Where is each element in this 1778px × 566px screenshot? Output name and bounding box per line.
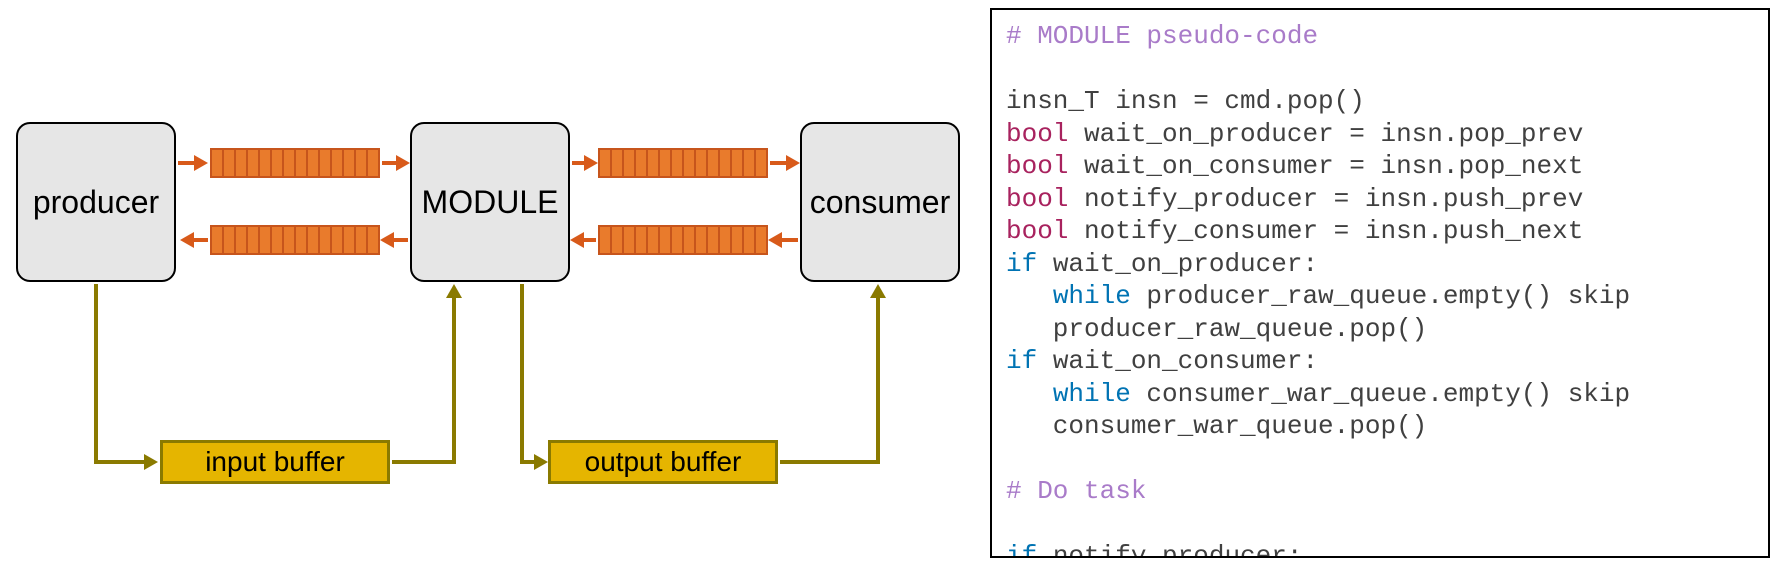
producer-node: producer — [16, 122, 176, 282]
arrow-seg — [572, 161, 584, 165]
code-block: # MODULE pseudo-code insn_T insn = cmd.p… — [1006, 20, 1754, 558]
arrow-seg — [584, 238, 596, 242]
arrow-seg — [94, 460, 144, 464]
queue-module-to-producer — [210, 225, 380, 255]
arrow-seg — [876, 298, 880, 464]
consumer-label: consumer — [810, 184, 951, 221]
arrow-head-right-icon — [786, 155, 800, 171]
queue-consumer-to-module — [598, 225, 768, 255]
arrow-head-up-icon — [870, 284, 886, 298]
arrow-seg — [392, 460, 452, 464]
module-node: MODULE — [410, 122, 570, 282]
arrow-head-right-icon — [584, 155, 598, 171]
consumer-node: consumer — [800, 122, 960, 282]
output-buffer-box: output buffer — [548, 440, 778, 484]
diagram-canvas: producer MODULE consumer input buffer ou… — [0, 0, 980, 566]
arrow-seg — [520, 284, 524, 460]
arrow-head-left-icon — [570, 232, 584, 248]
output-buffer-label: output buffer — [585, 446, 742, 478]
input-buffer-box: input buffer — [160, 440, 390, 484]
input-buffer-label: input buffer — [205, 446, 345, 478]
queue-module-to-consumer — [598, 148, 768, 178]
arrow-head-left-icon — [380, 232, 394, 248]
arrow-seg — [178, 161, 194, 165]
arrow-head-left-icon — [180, 232, 194, 248]
arrow-seg — [452, 298, 456, 464]
arrow-seg — [780, 460, 876, 464]
arrow-seg — [194, 238, 208, 242]
arrow-head-left-icon — [768, 232, 782, 248]
arrow-seg — [770, 161, 786, 165]
arrow-head-right-icon — [396, 155, 410, 171]
arrow-seg — [394, 238, 408, 242]
arrow-head-right-icon — [534, 454, 548, 470]
arrow-seg — [520, 460, 534, 464]
module-label: MODULE — [422, 184, 559, 221]
arrow-head-right-icon — [194, 155, 208, 171]
queue-producer-to-module — [210, 148, 380, 178]
arrow-seg — [94, 284, 98, 460]
code-panel: # MODULE pseudo-code insn_T insn = cmd.p… — [990, 8, 1770, 558]
arrow-head-right-icon — [144, 454, 158, 470]
producer-label: producer — [33, 184, 159, 221]
arrow-head-up-icon — [446, 284, 462, 298]
arrow-seg — [782, 238, 798, 242]
arrow-seg — [382, 161, 396, 165]
